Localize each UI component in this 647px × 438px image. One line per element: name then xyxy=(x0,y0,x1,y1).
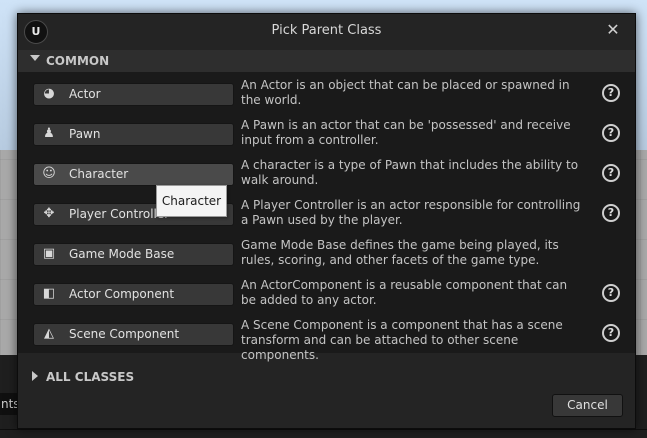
help-icon[interactable]: ? xyxy=(602,324,620,342)
pawn-button[interactable]: ♟ Pawn xyxy=(33,123,234,146)
class-label: Player Controller xyxy=(69,207,170,221)
class-row-actor-component: ◧ Actor Component An ActorComponent is a… xyxy=(18,273,635,313)
class-row-character: ☺ Character A character is a type of Paw… xyxy=(18,153,635,193)
game-mode-icon: ▣ xyxy=(42,246,56,261)
all-classes-section-header[interactable]: ALL CLASSES xyxy=(18,366,635,388)
class-label: Character xyxy=(69,167,129,181)
pick-parent-class-dialog: U Pick Parent Class ✕ COMMON ◕ Actor An … xyxy=(17,13,636,429)
dialog-titlebar: U Pick Parent Class ✕ xyxy=(18,14,635,48)
scene-component-button[interactable]: ◭ Scene Component xyxy=(33,323,234,346)
class-label: Pawn xyxy=(69,127,101,141)
class-label: Scene Component xyxy=(69,327,180,341)
chevron-down-icon xyxy=(30,55,40,61)
class-row-pawn: ♟ Pawn A Pawn is an actor that can be 'p… xyxy=(18,113,635,153)
game-mode-base-button[interactable]: ▣ Game Mode Base xyxy=(33,243,234,266)
scene-component-icon: ◭ xyxy=(44,326,54,341)
common-section-label: COMMON xyxy=(46,54,110,68)
help-icon[interactable]: ? xyxy=(602,284,620,302)
character-icon: ☺ xyxy=(42,166,56,181)
character-button[interactable]: ☺ Character xyxy=(33,163,234,186)
chevron-right-icon xyxy=(32,371,38,381)
actor-icon: ◕ xyxy=(43,86,55,101)
help-icon[interactable]: ? xyxy=(602,84,620,102)
class-label: Actor xyxy=(69,87,101,101)
class-description: A Pawn is an actor that can be 'possesse… xyxy=(241,118,571,147)
gamepad-icon: ✥ xyxy=(43,206,55,221)
help-icon[interactable]: ? xyxy=(602,204,620,222)
actor-button[interactable]: ◕ Actor xyxy=(33,83,234,106)
help-icon[interactable]: ? xyxy=(602,124,620,142)
help-icon[interactable]: ? xyxy=(602,164,620,182)
class-description: An Actor is an object that can be placed… xyxy=(241,78,570,107)
class-row-scene-component: ◭ Scene Component A Scene Component is a… xyxy=(18,313,635,362)
actor-component-button[interactable]: ◧ Actor Component xyxy=(33,283,234,306)
all-classes-label: ALL CLASSES xyxy=(46,370,135,384)
class-row-game-mode-base: ▣ Game Mode Base Game Mode Base defines … xyxy=(18,233,635,273)
character-tooltip: Character xyxy=(156,185,227,217)
common-section-header[interactable]: COMMON xyxy=(18,50,635,73)
class-row-actor: ◕ Actor An Actor is an object that can b… xyxy=(18,73,635,113)
divider xyxy=(0,429,647,430)
class-description: A character is a type of Pawn that inclu… xyxy=(241,158,579,187)
class-description: A Scene Component is a component that ha… xyxy=(241,318,563,362)
class-row-player-controller: ✥ Player Controller A Player Controller … xyxy=(18,193,635,233)
dialog-title: Pick Parent Class xyxy=(271,23,382,38)
actor-component-icon: ◧ xyxy=(42,286,56,301)
class-description: A Player Controller is an actor responsi… xyxy=(241,198,581,227)
class-label: Game Mode Base xyxy=(69,247,175,261)
class-description: An ActorComponent is a reusable componen… xyxy=(241,278,568,307)
pawn-icon: ♟ xyxy=(43,126,55,141)
cancel-button[interactable]: Cancel xyxy=(552,394,623,417)
common-class-list: ◕ Actor An Actor is an object that can b… xyxy=(18,73,635,362)
class-description: Game Mode Base defines the game being pl… xyxy=(241,238,559,267)
close-button[interactable]: ✕ xyxy=(601,18,625,42)
class-label: Actor Component xyxy=(69,287,175,301)
